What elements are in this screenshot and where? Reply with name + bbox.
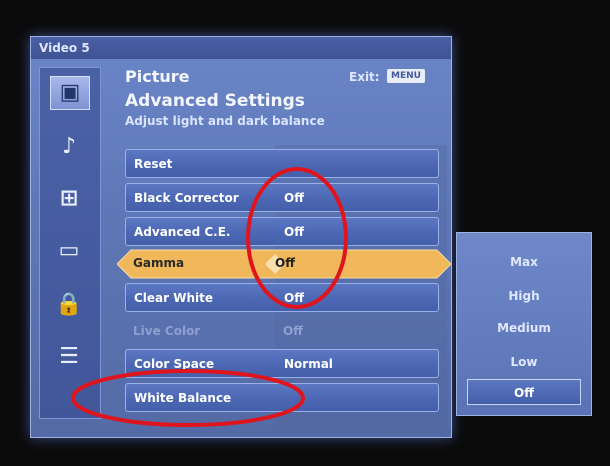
section-title: Picture (125, 67, 190, 86)
setting-label: Color Space (134, 357, 215, 371)
setting-label: Advanced C.E. (134, 225, 231, 239)
setting-label: Reset (134, 157, 173, 171)
gamma-option-low[interactable]: Low (467, 349, 581, 375)
setup-list-icon[interactable]: ☰ (54, 344, 84, 370)
lock-icon[interactable]: 🔒 (54, 292, 84, 318)
advanced-settings-panel: Picture Exit: MENU Advanced Settings Adj… (117, 59, 451, 431)
setting-row-reset[interactable]: Reset (125, 149, 439, 178)
setting-value: Off (284, 191, 304, 205)
setting-label: Clear White (134, 291, 214, 305)
setting-row-advanced-ce[interactable]: Advanced C.E. Off (125, 217, 439, 246)
settings-menu-window: Video 5 ▣ ♪ ⊞ ▭ 🔒 ☰ Picture Exit: MENU A… (30, 36, 452, 438)
exit-label: Exit: (349, 70, 380, 84)
setting-label: Gamma (133, 256, 185, 270)
setting-label: Live Color (133, 324, 201, 338)
setting-label: Black Corrector (134, 191, 239, 205)
gamma-option-max[interactable]: Max (467, 249, 581, 275)
picture-icon[interactable]: ▣ (50, 76, 90, 110)
submenu-title: Advanced Settings (125, 91, 305, 111)
setting-row-gamma-selected[interactable]: Gamma Off (117, 249, 451, 279)
gamma-option-off-selected[interactable]: Off (467, 379, 581, 405)
gamma-option-high[interactable]: High (467, 283, 581, 309)
help-hint: Adjust light and dark balance (125, 114, 325, 128)
setting-row-color-space[interactable]: Color Space Normal (125, 349, 439, 378)
setting-row-white-balance[interactable]: White Balance (125, 383, 439, 412)
input-source-label: Video 5 (31, 37, 451, 59)
setting-label: White Balance (134, 391, 232, 405)
screen-size-icon[interactable]: ⊞ (54, 186, 84, 212)
music-note-icon[interactable]: ♪ (54, 134, 84, 160)
setting-value: Off (284, 225, 304, 239)
menu-key-badge: MENU (387, 69, 425, 83)
setting-row-live-color-disabled: Live Color Off (125, 317, 439, 346)
gamma-option-medium[interactable]: Medium (467, 315, 581, 341)
tv-antenna-icon[interactable]: ▭ (54, 238, 84, 264)
gamma-options-panel: Max High Medium Low Off (456, 232, 592, 416)
setting-value: Off (275, 256, 295, 270)
category-sidebar: ▣ ♪ ⊞ ▭ 🔒 ☰ (39, 67, 101, 419)
setting-row-black-corrector[interactable]: Black Corrector Off (125, 183, 439, 212)
setting-value: Off (284, 291, 304, 305)
setting-value: Normal (284, 357, 333, 371)
setting-value: Off (283, 324, 303, 338)
setting-row-clear-white[interactable]: Clear White Off (125, 283, 439, 312)
